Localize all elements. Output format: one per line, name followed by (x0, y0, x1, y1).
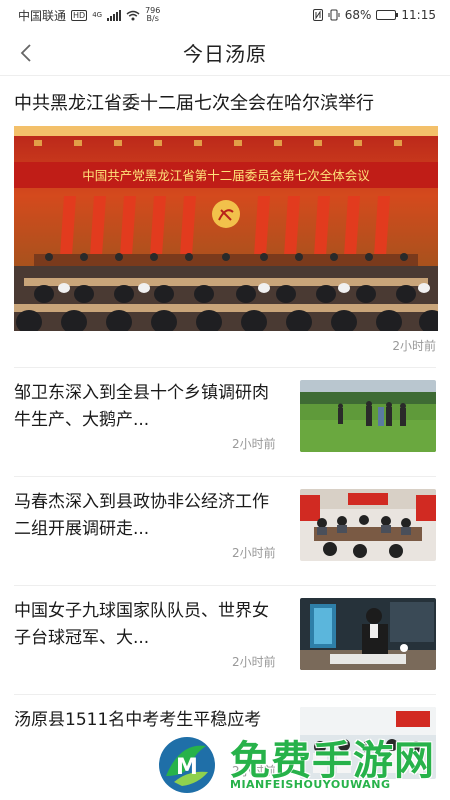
headline-title: 中共黑龙江省委十二届七次全会在哈尔滨举行 (14, 93, 374, 114)
headline-time: 2小时前 (392, 339, 436, 353)
field-photo (300, 380, 436, 452)
billiards-photo (300, 598, 436, 670)
chevron-left-icon (20, 44, 31, 62)
meeting-photo (300, 489, 436, 561)
news-time: 2小时前 (232, 437, 276, 451)
battery-percent: 68% (344, 8, 372, 22)
page-title: 今日汤原 (183, 42, 267, 66)
news-thumbnail (300, 489, 436, 561)
network-type: 4G (92, 10, 103, 19)
headline-card[interactable]: 中共黑龙江省委十二届七次全会在哈尔滨举行 中国共产党黑龙江省第十二届委员会第七次… (0, 77, 450, 367)
status-bar: 中国联通 HD 4G 796 B/s 68% 11:15 (0, 0, 450, 30)
svg-text:M: M (176, 755, 198, 780)
news-time: 2小时前 (232, 546, 276, 560)
signal-icon (107, 9, 122, 21)
watermark: M 免费手游网 MIANFEISHOUYOUWANG (150, 728, 450, 800)
news-thumbnail (300, 598, 436, 670)
wifi-icon (126, 10, 140, 20)
news-item[interactable]: 邹卫东深入到全县十个乡镇调研肉牛生产、大鹅产... 2小时前 (0, 368, 450, 476)
clock: 11:15 (401, 8, 436, 22)
back-button[interactable] (8, 35, 44, 71)
news-item[interactable]: 马春杰深入到县政协非公经济工作二组开展调研走... 2小时前 (0, 477, 450, 585)
status-right: 68% 11:15 (312, 8, 436, 22)
carrier-label: 中国联通 (18, 8, 67, 23)
news-title: 马春杰深入到县政协非公经济工作二组开展调研走... (14, 492, 269, 539)
nav-bar: 今日汤原 (0, 30, 450, 76)
news-time: 2小时前 (232, 655, 276, 669)
headline-photo: 中国共产党黑龙江省第十二届委员会第七次全体会议 (14, 126, 438, 331)
speed-unit: B/s (146, 14, 159, 23)
status-left: 中国联通 HD 4G 796 B/s (18, 7, 160, 24)
news-title: 邹卫东深入到全县十个乡镇调研肉牛生产、大鹅产... (14, 383, 269, 430)
network-speed: 796 B/s (145, 7, 160, 23)
battery-icon (376, 10, 399, 20)
vibrate-icon (328, 9, 340, 21)
news-thumbnail (300, 380, 436, 452)
banner-text: 中国共产党黑龙江省第十二届委员会第七次全体会议 (82, 168, 370, 183)
hd-badge: HD (71, 9, 88, 21)
watermark-en: MIANFEISHOUYOUWANG (230, 778, 391, 791)
nfc-icon (312, 9, 323, 21)
headline-image: 中国共产党黑龙江省第十二届委员会第七次全体会议 (14, 126, 438, 331)
news-feed[interactable]: 中共黑龙江省委十二届七次全会在哈尔滨举行 中国共产党黑龙江省第十二届委员会第七次… (0, 77, 450, 800)
watermark-logo-icon: M (156, 734, 218, 796)
news-title: 中国女子九球国家队队员、世界女子台球冠军、大... (14, 601, 269, 648)
news-item[interactable]: 中国女子九球国家队队员、世界女子台球冠军、大... 2小时前 (0, 586, 450, 694)
